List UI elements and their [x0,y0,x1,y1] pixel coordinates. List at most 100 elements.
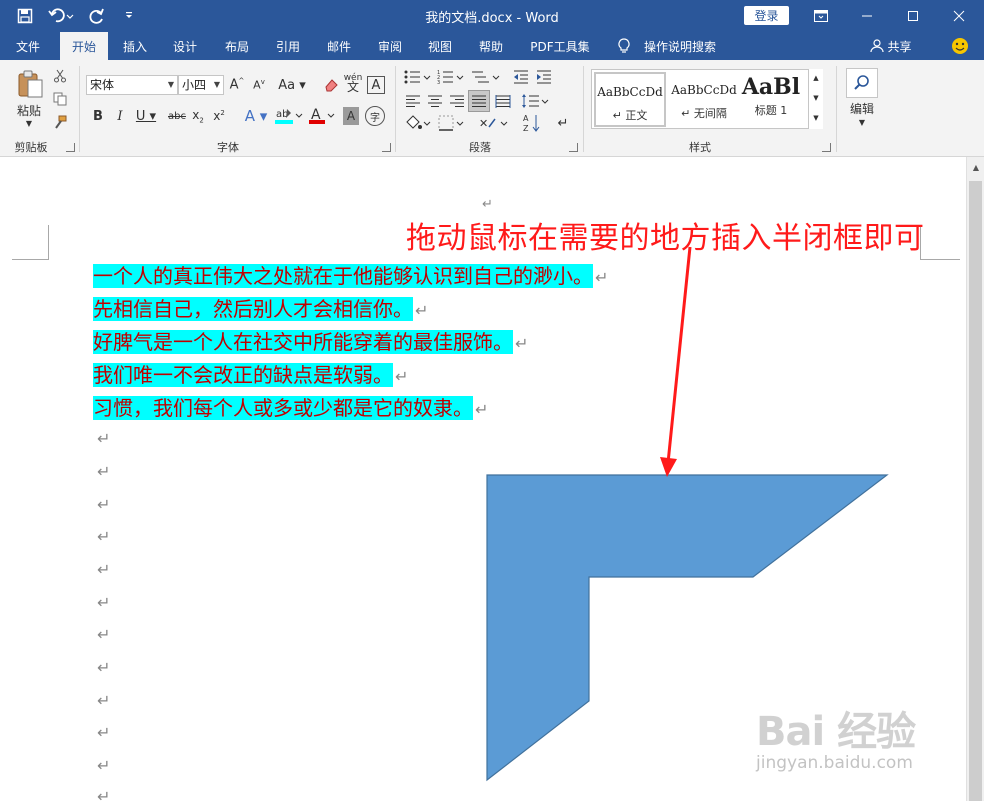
minimize-button[interactable] [844,0,890,32]
chinese-layout-button[interactable]: ✕ [479,114,509,132]
tell-me-icon-wrap[interactable] [612,32,636,60]
align-center-icon [428,95,442,107]
clipboard-dialog-launcher[interactable] [66,143,75,152]
scissors-icon [54,69,66,83]
document-canvas[interactable]: ↵ 一个人的真正伟大之处就在于他能够认识到自己的渺小。 ↵ 先相信自己，然后别人才… [0,157,966,801]
tab-insert[interactable]: 插入 [112,32,158,60]
align-right-button[interactable] [448,92,466,110]
feedback-button[interactable] [946,32,974,60]
clipboard-icon [18,70,43,98]
tab-references[interactable]: 引用 [265,32,311,60]
font-dialog-launcher[interactable] [382,143,391,152]
paste-button[interactable] [14,68,46,100]
chevron-down-icon[interactable]: ▼ [811,92,821,104]
bullets-button[interactable] [404,68,432,86]
style-name: ↵ 无间隔 [681,107,727,120]
vertical-scrollbar[interactable]: ▲ [966,157,984,801]
bullet-list-icon [404,70,431,84]
paragraph-dialog-launcher[interactable] [569,143,578,152]
watermark-sub: jingyan.baidu.com [756,753,913,773]
bold-button[interactable]: B [90,107,106,125]
style-normal[interactable]: AaBbCcDd ↵ 正文 [594,72,666,127]
scroll-thumb[interactable] [969,181,982,801]
underline-button[interactable]: U ▾ [133,107,159,125]
align-center-button[interactable] [426,92,444,110]
ribbon-display-options-button[interactable] [798,0,844,32]
styles-dialog-launcher[interactable] [822,143,831,152]
font-color-button[interactable]: A [308,106,336,126]
styles-group-label: 样式 [689,141,711,154]
svg-text:Z: Z [523,124,529,133]
numbering-button[interactable]: 123 [437,68,465,86]
change-case-icon: Aa ▾ [278,77,306,93]
change-case-button[interactable]: Aa ▾ [278,76,306,94]
font-name-box[interactable]: 宋体 ▼ [86,75,178,95]
numbered-list-icon: 123 [437,70,464,85]
share-button[interactable]: 共享 [866,32,916,60]
distributed-button[interactable] [494,92,512,110]
tab-pdf-tools[interactable]: PDF工具集 [522,32,598,60]
phonetic-guide-button[interactable]: wén 文 [343,72,363,94]
tab-help[interactable]: 帮助 [468,32,514,60]
tab-design[interactable]: 设计 [162,32,208,60]
tab-home[interactable]: 开始 [60,32,108,60]
close-button[interactable] [936,0,982,32]
more-styles-icon[interactable]: ▼ [811,112,821,124]
decrease-indent-button[interactable] [512,68,530,86]
style-heading-1[interactable]: AaBl 标题 1 [740,72,802,127]
ribbon-home: 粘贴 ▼ 剪贴板 宋体 ▼ 小四 ▼ A^ Av Aa ▾ wén文 A B [0,60,984,157]
subscript-button[interactable]: x2 [190,107,206,125]
character-border-icon: A [371,77,381,93]
strikethrough-button[interactable]: abc [166,107,188,125]
person-icon [870,39,885,53]
login-button[interactable]: 登录 [744,6,789,25]
ribbon-tabs: 文件 开始 插入 设计 布局 引用 邮件 审阅 视图 帮助 PDF工具集 操作说… [0,32,984,60]
chevron-up-icon[interactable]: ▲ [811,72,821,84]
line-spacing-button[interactable] [521,92,549,110]
italic-button[interactable]: I [112,107,128,125]
chevron-down-icon[interactable]: ▼ [22,118,36,128]
tell-me-search[interactable]: 操作说明搜索 [638,32,722,60]
increase-indent-button[interactable] [535,68,553,86]
character-shading-button[interactable]: A [343,107,359,125]
group-separator [395,66,396,152]
group-separator [79,66,80,152]
tab-mailings[interactable]: 邮件 [316,32,362,60]
instruction-annotation: 拖动鼠标在需要的地方插入半闭框即可 [406,221,925,256]
enclose-characters-button[interactable]: 字 [365,106,385,126]
justify-button[interactable] [468,90,490,112]
format-painter-button[interactable] [52,114,68,130]
share-label: 共享 [887,39,912,54]
maximize-button[interactable] [890,0,936,32]
tab-layout[interactable]: 布局 [214,32,260,60]
scroll-up-arrow[interactable]: ▲ [970,161,982,173]
multilevel-list-button[interactable] [471,68,501,86]
highlight-button[interactable]: ab [274,106,304,126]
tab-file[interactable]: 文件 [4,32,52,60]
find-button[interactable] [846,68,878,98]
close-icon [953,10,965,22]
distributed-icon [495,95,511,108]
clear-formatting-button[interactable] [322,76,340,94]
svg-text:A: A [523,114,529,123]
character-border-button[interactable]: A [367,76,385,94]
superscript-button[interactable]: x2 [211,107,227,125]
chevron-down-icon[interactable]: ▼ [856,117,868,127]
chinese-layout-icon: ✕ [479,117,508,130]
font-size-box[interactable]: 小四 ▼ [178,75,224,95]
cut-button[interactable] [52,68,68,84]
tab-review[interactable]: 审阅 [367,32,413,60]
text-effects-button[interactable]: A ▾ [242,106,270,126]
borders-button[interactable] [438,114,466,132]
shading-button[interactable] [404,114,432,132]
grow-font-button[interactable]: A^ [229,76,245,94]
shrink-font-button[interactable]: Av [251,76,267,94]
style-no-spacing[interactable]: AaBbCcDd ↵ 无间隔 [668,72,740,127]
sort-button[interactable]: AZ [522,112,542,134]
copy-button[interactable] [52,91,68,107]
tab-view[interactable]: 视图 [417,32,463,60]
align-left-button[interactable] [404,92,422,110]
show-formatting-marks-button[interactable]: ↵ [555,114,571,132]
styles-gallery-scroll[interactable]: ▲ ▼ ▼ [808,69,823,129]
paint-bucket-icon [406,115,431,129]
